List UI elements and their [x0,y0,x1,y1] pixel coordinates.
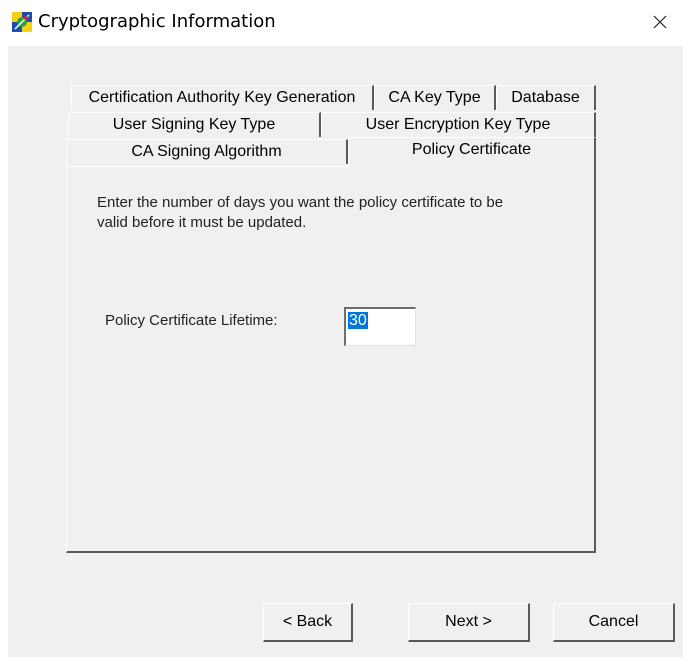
lifetime-value: 30 [348,312,368,329]
tab-user-signing-key-type[interactable]: User Signing Key Type [68,112,321,137]
tab-ca-key-generation[interactable]: Certification Authority Key Generation [71,85,374,110]
tab-label: Policy Certificate [411,141,532,158]
lifetime-label: Policy Certificate Lifetime: [105,312,278,329]
tab-label: Certification Authority Key Generation [88,89,356,106]
tab-policy-certificate[interactable]: Policy Certificate [348,137,596,167]
close-icon [653,15,667,29]
tab-ca-signing-algorithm[interactable]: CA Signing Algorithm [66,139,348,164]
tab-label: CA Key Type [388,89,481,106]
next-button[interactable]: Next > [408,603,530,642]
title-bar: Cryptographic Information [0,0,683,46]
dialog-client-area: Certification Authority Key Generation C… [8,46,683,657]
window-title: Cryptographic Information [38,11,276,32]
tab-label: User Encryption Key Type [365,116,551,133]
cert-server-icon [12,12,32,32]
tab-label: User Signing Key Type [112,116,276,133]
tab-user-encryption-key-type[interactable]: User Encryption Key Type [321,112,596,137]
panel-description: Enter the number of days you want the po… [97,194,504,231]
lifetime-input[interactable]: 30 [344,307,416,346]
tab-ca-key-type[interactable]: CA Key Type [374,85,496,110]
cancel-button[interactable]: Cancel [553,603,675,642]
close-button[interactable] [637,0,683,44]
tab-database[interactable]: Database [496,85,596,110]
tab-label: CA Signing Algorithm [131,143,282,160]
tab-label: Database [511,89,580,106]
back-button[interactable]: < Back [263,603,353,642]
policy-certificate-panel: Enter the number of days you want the po… [66,166,596,553]
